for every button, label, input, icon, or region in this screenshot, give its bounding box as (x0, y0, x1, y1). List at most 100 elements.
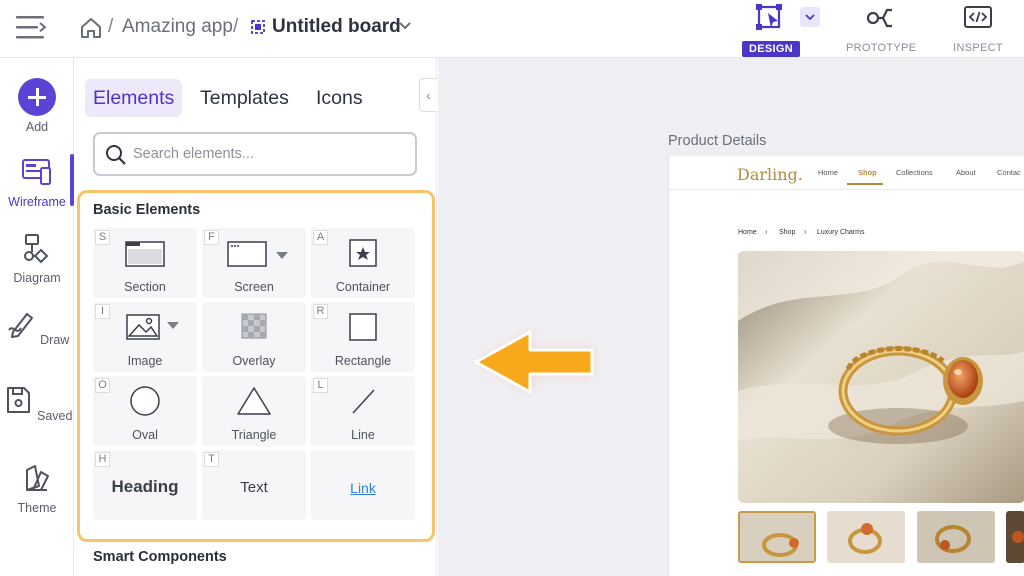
board-icon (251, 20, 265, 34)
element-section[interactable]: S Section (93, 228, 197, 298)
site-nav-collections: Collections (896, 168, 933, 177)
element-label: Text (240, 479, 268, 496)
design-mode-button[interactable]: DESIGN (742, 4, 800, 57)
rail-item-draw[interactable]: Draw (0, 308, 74, 347)
search-field[interactable] (93, 132, 417, 176)
design-mode-dropdown[interactable] (800, 7, 820, 27)
shortcut-key: F (204, 230, 219, 245)
plus-icon (18, 78, 56, 116)
chevron-right-icon: › (804, 229, 807, 236)
overlay-icon (241, 313, 267, 339)
mode-label: DESIGN (742, 41, 800, 57)
shortcut-key: O (95, 378, 110, 393)
product-details-frame[interactable]: Darling. Home Shop Collections About Con… (668, 156, 1024, 576)
product-thumbnail (738, 511, 816, 563)
rail-item-theme[interactable]: Theme (0, 462, 74, 515)
rail-item-add[interactable]: Add (0, 78, 74, 134)
header-divider (669, 189, 1024, 190)
wireframe-icon (22, 159, 51, 185)
rail-item-label: Wireframe (8, 195, 66, 209)
site-nav-about: About (956, 168, 976, 177)
product-image (738, 251, 1024, 503)
smart-components-title: Smart Components (93, 549, 227, 565)
product-thumbnail (1006, 511, 1024, 563)
chevron-right-icon: › (765, 229, 768, 236)
rail-item-diagram[interactable]: Diagram (0, 232, 74, 285)
element-image[interactable]: I Image (93, 302, 197, 372)
rail-item-wireframe[interactable]: Wireframe (0, 156, 74, 209)
saved-icon (6, 387, 30, 413)
product-thumbnail (827, 511, 905, 563)
element-link[interactable]: Link (311, 450, 415, 520)
element-label: Triangle (231, 428, 277, 442)
element-heading[interactable]: H Heading (93, 450, 197, 520)
rail-item-saved[interactable]: Saved (0, 384, 74, 423)
shortcut-key: L (313, 378, 328, 393)
basic-elements-title: Basic Elements (93, 202, 201, 218)
element-oval[interactable]: O Oval (93, 376, 197, 446)
breadcrumb-app-name[interactable]: Amazing app (122, 16, 233, 38)
tab-elements[interactable]: Elements (85, 79, 183, 117)
element-screen[interactable]: F Screen (202, 228, 306, 298)
site-logo: Darling. (737, 165, 803, 184)
shortcut-key: S (95, 230, 110, 245)
breadcrumb-separator: / (233, 16, 239, 37)
prototype-mode-button[interactable]: PROTOTYPE (846, 4, 917, 54)
shortcut-key: I (95, 304, 110, 319)
element-label: Image (127, 354, 163, 368)
tab-templates[interactable]: Templates (192, 79, 297, 117)
mode-label: PROTOTYPE (846, 42, 917, 54)
home-icon[interactable] (80, 17, 102, 39)
board-title[interactable]: Untitled board (272, 16, 401, 38)
section-icon (125, 241, 165, 267)
element-label: Overlay (232, 354, 276, 368)
element-overlay[interactable]: Overlay (202, 302, 306, 372)
element-label: Heading (111, 477, 179, 496)
inspect-code-icon (964, 6, 992, 28)
element-label: Link (350, 480, 376, 496)
element-rectangle[interactable]: R Rectangle (311, 302, 415, 372)
site-nav-shop: Shop (858, 168, 877, 177)
top-bar: / Amazing app / Untitled board DESIGN PR… (0, 0, 1024, 58)
site-nav-contact: Contac (997, 168, 1021, 177)
left-rail: Add Wireframe Diagram Draw Saved Theme (0, 58, 74, 576)
site-breadcrumb-home: Home (738, 229, 757, 236)
search-icon (106, 145, 126, 165)
rail-item-label: Draw (40, 333, 70, 347)
tab-icons[interactable]: Icons (308, 79, 371, 117)
element-label: Line (351, 428, 375, 442)
rectangle-icon (349, 313, 377, 341)
image-icon (126, 314, 179, 340)
rail-item-label: Saved (37, 409, 73, 423)
shortcut-key: T (204, 452, 219, 467)
arrow-pointer-icon (474, 330, 594, 394)
rail-item-label: Diagram (13, 271, 61, 285)
shortcut-key: R (313, 304, 328, 319)
triangle-icon (237, 387, 271, 415)
diagram-icon (24, 234, 49, 264)
menu-icon[interactable] (16, 14, 46, 42)
shortcut-key: A (313, 230, 328, 245)
design-mode-icon (756, 4, 782, 30)
element-label: Section (124, 280, 166, 294)
element-label: Container (335, 280, 391, 294)
chevron-down-icon[interactable] (398, 21, 412, 31)
breadcrumb-separator: / (108, 16, 114, 37)
element-container[interactable]: A Container (311, 228, 415, 298)
shortcut-key: H (95, 452, 110, 467)
site-breadcrumb-shop: Shop (779, 229, 796, 236)
element-line[interactable]: L Line (311, 376, 415, 446)
site-breadcrumb-current: Luxury Charms (817, 229, 865, 236)
element-triangle[interactable]: Triangle (202, 376, 306, 446)
element-label: Screen (234, 280, 274, 294)
element-label: Rectangle (334, 354, 392, 368)
collapse-panel-button[interactable]: ‹ (419, 78, 437, 112)
site-nav-home: Home (818, 168, 839, 177)
search-input[interactable] (133, 143, 403, 165)
frame-title[interactable]: Product Details (668, 133, 766, 149)
pen-icon (7, 313, 33, 338)
element-text[interactable]: T Text (202, 450, 306, 520)
theme-swatch-icon (26, 465, 49, 491)
rail-item-label: Theme (17, 501, 57, 515)
inspect-mode-button[interactable]: INSPECT (950, 4, 1006, 54)
